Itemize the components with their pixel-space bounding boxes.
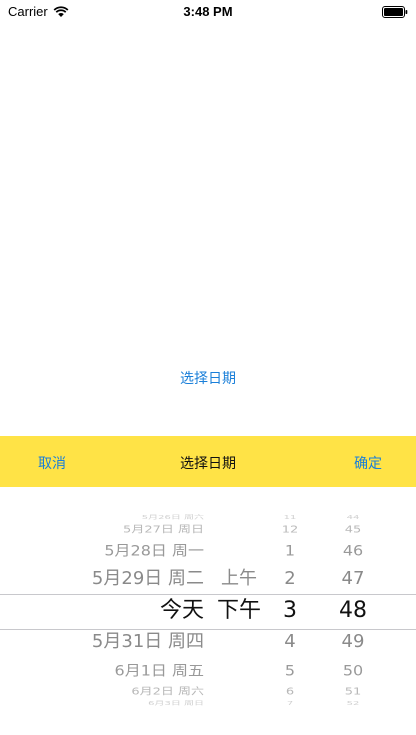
picker-hour-cell: 3: [283, 598, 297, 623]
selection-bottom-line: [0, 629, 416, 630]
picker-hour-cell: 6: [285, 686, 295, 698]
picker-row[interactable]: 5月27日 周日 12 45: [0, 523, 416, 538]
picker-minute-cell: 49: [341, 631, 365, 652]
picker-minute-cell: 50: [342, 662, 364, 680]
status-time: 3:48 PM: [183, 4, 233, 19]
picker-row[interactable]: 5月28日 周一 1 46: [0, 542, 416, 560]
picker-hour-cell: 2: [284, 568, 296, 589]
picker-date-cell: 6月2日 周六: [131, 686, 204, 698]
picker-minute-cell: 51: [344, 686, 362, 698]
picker-date-cell: 6月3日 周日: [148, 700, 204, 707]
battery-icon: [382, 6, 408, 18]
picker-hour-cell: 12: [281, 524, 299, 536]
status-bar: Carrier 3:48 PM: [0, 0, 416, 24]
picker-row[interactable]: 5月31日 周四 4 49: [0, 632, 416, 652]
picker-date-cell: 5月29日 周二: [91, 568, 204, 589]
picker-row-selected[interactable]: 今天 下午 3 48: [0, 598, 416, 623]
picker-minute-cell: 48: [339, 598, 367, 623]
picker-row[interactable]: 6月1日 周五 5 50: [0, 662, 416, 680]
picker-ampm-cell: 下午: [216, 598, 261, 623]
date-time-picker[interactable]: 5月26日 周六 11 44 5月27日 周日 12 45 5月28日 周一 1 46 5月29日…: [0, 487, 416, 735]
picker-hour-cell: 4: [284, 631, 296, 652]
selection-top-line: [0, 594, 416, 595]
picker-date-cell: 6月1日 周五: [114, 662, 204, 680]
picker-hour-cell: 7: [286, 700, 294, 707]
picker-date-cell: 5月28日 周一: [104, 542, 204, 560]
confirm-button[interactable]: 确定: [354, 453, 382, 473]
picker-row[interactable]: 6月2日 周六 6 51: [0, 685, 416, 700]
picker-hour-cell: 1: [284, 542, 296, 560]
picker-fade-bottom: [0, 705, 416, 735]
picker-minute-cell: 52: [346, 700, 360, 707]
picker-minute-cell: 46: [342, 542, 364, 560]
select-date-link[interactable]: 选择日期: [0, 368, 416, 388]
picker-date-cell: 今天: [159, 598, 204, 623]
picker-minute-cell: 45: [344, 524, 362, 536]
picker-hour-cell: 5: [284, 662, 296, 680]
picker-date-cell: 5月27日 周日: [123, 524, 204, 536]
picker-minute-cell: 47: [341, 568, 365, 589]
picker-row[interactable]: 6月3日 周日 7 52: [0, 699, 416, 710]
picker-toolbar: 取消 选择日期 确定: [0, 436, 416, 487]
picker-row[interactable]: 5月29日 周二 上午 2 47: [0, 569, 416, 589]
picker-ampm-cell: 上午: [221, 568, 257, 589]
picker-date-cell: 5月31日 周四: [91, 631, 204, 652]
